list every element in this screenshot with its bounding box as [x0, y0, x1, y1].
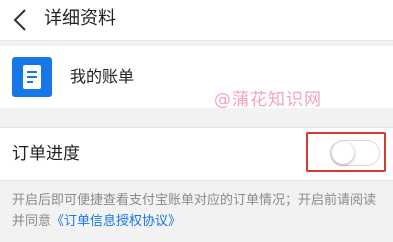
page-title: 详细资料: [44, 8, 116, 29]
order-progress-label: 订单进度: [12, 144, 80, 164]
toggle-knob: [332, 142, 354, 164]
bill-label: 我的账单: [70, 67, 135, 86]
bill-document-icon: [12, 57, 52, 97]
watermark: @蒲花知识网: [214, 90, 322, 110]
order-progress-toggle[interactable]: [330, 140, 380, 166]
top-bar: 详细资料: [0, 0, 393, 41]
agreement-link[interactable]: 《订单信息授权协议》: [51, 214, 181, 229]
chevron-left-icon[interactable]: [10, 6, 32, 34]
order-progress-row: 订单进度: [0, 127, 393, 181]
my-bill-row: 我的账单: [0, 46, 393, 108]
highlight-box: [306, 132, 386, 172]
authorization-description: 开启后即可便捷查看支付宝账单对应的订单情况；开启前请阅读并同意《订单信息授权协议…: [12, 190, 384, 232]
